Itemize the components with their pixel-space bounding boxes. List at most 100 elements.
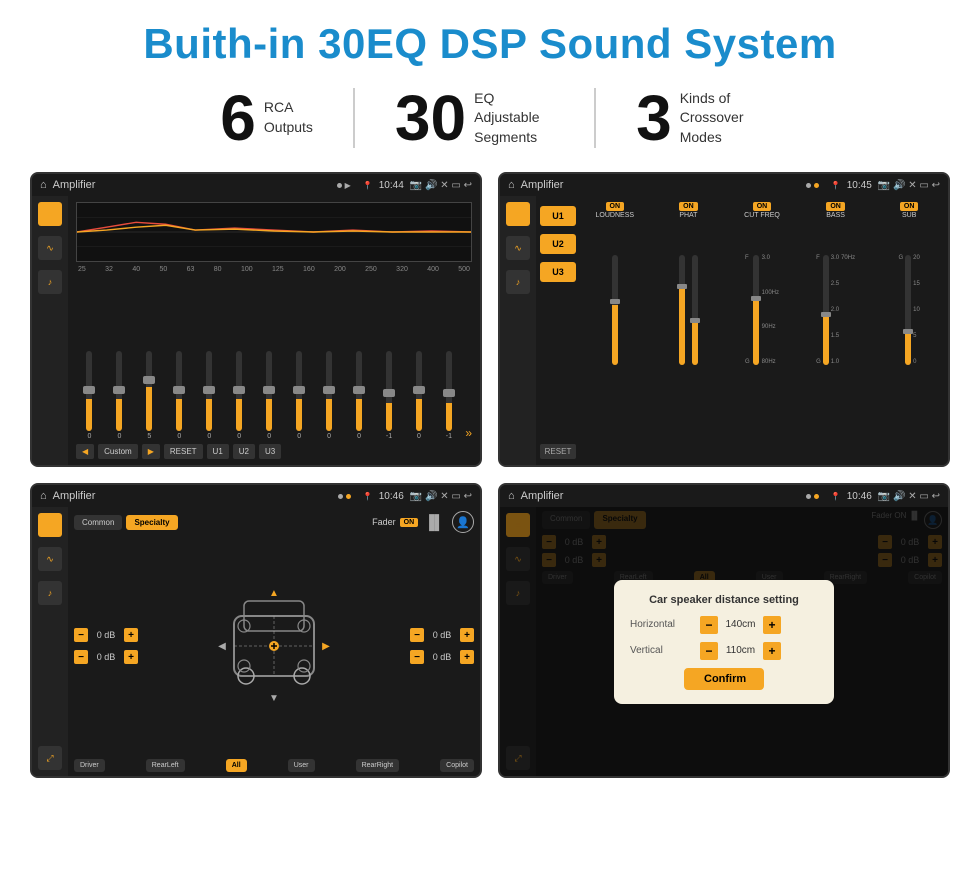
wave-icon-3[interactable]: ∿ (38, 547, 62, 571)
tab-specialty[interactable]: Specialty (126, 515, 177, 530)
eq-track-11[interactable] (416, 351, 422, 431)
eq-track-0[interactable] (86, 351, 92, 431)
freq-100: 100 (241, 266, 253, 273)
minus-btn-3[interactable]: − (410, 628, 424, 642)
stat-number-crossover: 3 (636, 86, 672, 150)
amp-u1-btn[interactable]: U1 (540, 206, 576, 226)
wave-icon[interactable]: ∿ (38, 236, 62, 260)
fader-top-bar: Common Specialty Fader ON ▐▌ 👤 (74, 511, 474, 533)
fader-label: Fader (372, 517, 396, 527)
minus-btn-2[interactable]: − (74, 650, 88, 664)
plus-btn-4[interactable]: + (460, 650, 474, 664)
home-icon-3: ⌂ (40, 490, 47, 502)
eq-val-2: 5 (147, 433, 151, 440)
screens-grid: ⌂ Amplifier ▶ 📍 10:44 📷 🔊 ✕ ▭ ↩ ≡ ∿ ♪ (30, 172, 950, 778)
dialog-box: Car speaker distance setting Horizontal … (614, 580, 834, 704)
screen-body-4: ≡ ∿ ♪ ⤢ Common Specialty Fader ON ▐▌ 👤 −… (500, 507, 948, 776)
confirm-button[interactable]: Confirm (684, 668, 764, 690)
copilot-btn[interactable]: Copilot (440, 759, 474, 772)
plus-btn-3[interactable]: + (460, 628, 474, 642)
eq-bottom-bar: ◀ Custom ▶ RESET U1 U2 U3 (76, 444, 472, 459)
location-icon-4: 📍 (831, 492, 841, 501)
eq-track-10[interactable] (386, 351, 392, 431)
rearright-btn[interactable]: RearRight (356, 759, 400, 772)
eq-u3-btn[interactable]: U3 (259, 444, 281, 459)
dot-1 (337, 183, 342, 188)
eq-icon-3[interactable]: ≡ (38, 513, 62, 537)
amp-reset-btn[interactable]: RESET (540, 444, 576, 459)
eq-track-1[interactable] (116, 351, 122, 431)
left-controls: − 0 dB + − 0 dB + (74, 537, 138, 755)
eq-next-btn[interactable]: ▶ (142, 444, 160, 459)
eq-icon-2[interactable]: ≡ (506, 202, 530, 226)
screen-dialog: ⌂ Amplifier 📍 10:46 📷 🔊 ✕ ▭ ↩ ≡ ∿ ♪ ⤢ (498, 483, 950, 778)
amp-u3-btn[interactable]: U3 (540, 262, 576, 282)
freq-63: 63 (187, 266, 195, 273)
bass-label: BASS (826, 212, 845, 219)
db-val-3: 0 dB (428, 630, 456, 640)
rearleft-btn[interactable]: RearLeft (146, 759, 185, 772)
user-btn[interactable]: User (288, 759, 315, 772)
topbar-icons-3: 📷 🔊 ✕ ▭ ↩ (410, 491, 472, 502)
screen-body-2: ≡ ∿ ♪ U1 U2 U3 RESET ON LOUD (500, 196, 948, 465)
eq-track-9[interactable] (356, 351, 362, 431)
speaker-icon-3[interactable]: ♪ (38, 581, 62, 605)
plus-btn-2[interactable]: + (124, 650, 138, 664)
eq-val-5: 0 (237, 433, 241, 440)
eq-slider-0: 0 (76, 351, 103, 440)
location-icon-1: 📍 (363, 181, 373, 190)
speaker-icon-2[interactable]: ♪ (506, 270, 530, 294)
eq-main: 25 32 40 50 63 80 100 125 160 200 250 32… (68, 196, 480, 465)
eq-icon[interactable]: ≡ (38, 202, 62, 226)
eq-u2-btn[interactable]: U2 (233, 444, 255, 459)
eq-freq-labels: 25 32 40 50 63 80 100 125 160 200 250 32… (76, 266, 472, 273)
amp-u2-btn[interactable]: U2 (540, 234, 576, 254)
wave-icon-2[interactable]: ∿ (506, 236, 530, 260)
driver-btn[interactable]: Driver (74, 759, 105, 772)
eq-track-6[interactable] (266, 351, 272, 431)
vertical-minus-btn[interactable]: − (700, 642, 718, 660)
svg-text:▼: ▼ (269, 693, 279, 704)
eq-val-8: 0 (327, 433, 331, 440)
amp-ch-loudness: ON LOUDNESS (580, 202, 650, 459)
dialog-overlay: Car speaker distance setting Horizontal … (500, 507, 948, 776)
eq-track-2[interactable] (146, 351, 152, 431)
eq-slider-12: -1 (435, 351, 462, 440)
speaker-icon[interactable]: ♪ (38, 270, 62, 294)
arrows-icon-3[interactable]: ⤢ (38, 746, 62, 770)
vertical-plus-btn[interactable]: + (763, 642, 781, 660)
eq-track-7[interactable] (296, 351, 302, 431)
db-val-1: 0 dB (92, 630, 120, 640)
dialog-title: Car speaker distance setting (630, 594, 818, 606)
eq-track-8[interactable] (326, 351, 332, 431)
stats-row: 6 RCAOutputs 30 EQ AdjustableSegments 3 … (30, 86, 950, 150)
topbar-icons-4: 📷 🔊 ✕ ▭ ↩ (878, 491, 940, 502)
eq-u1-btn[interactable]: U1 (207, 444, 229, 459)
dialog-horizontal-row: Horizontal − 140cm + (630, 616, 818, 634)
eq-track-5[interactable] (236, 351, 242, 431)
eq-more-btn[interactable]: » (465, 426, 472, 440)
horizontal-minus-btn[interactable]: − (700, 616, 718, 634)
topbar-dots-1: ▶ (337, 181, 351, 190)
minus-btn-4[interactable]: − (410, 650, 424, 664)
minus-btn-1[interactable]: − (74, 628, 88, 642)
amp-ch-loudness-header: ON LOUDNESS (596, 202, 635, 219)
vertical-label: Vertical (630, 645, 700, 656)
plus-btn-1[interactable]: + (124, 628, 138, 642)
fader-on-badge: ON (400, 518, 419, 527)
eq-prev-btn[interactable]: ◀ (76, 444, 94, 459)
amp-ch-phat: ON PHAT (654, 202, 724, 459)
eq-slider-5: 0 (226, 351, 253, 440)
eq-reset-btn[interactable]: RESET (164, 444, 203, 459)
loudness-on-badge: ON (606, 202, 625, 211)
eq-track-3[interactable] (176, 351, 182, 431)
horizontal-plus-btn[interactable]: + (763, 616, 781, 634)
eq-track-4[interactable] (206, 351, 212, 431)
eq-sliders-area: 0 0 5 0 (76, 277, 472, 440)
all-btn[interactable]: All (226, 759, 247, 772)
fader-bottom-row: Driver RearLeft All User RearRight Copil… (74, 759, 474, 772)
freq-80: 80 (214, 266, 222, 273)
eq-track-12[interactable] (446, 351, 452, 431)
phat-label: PHAT (679, 212, 697, 219)
tab-common[interactable]: Common (74, 515, 122, 530)
